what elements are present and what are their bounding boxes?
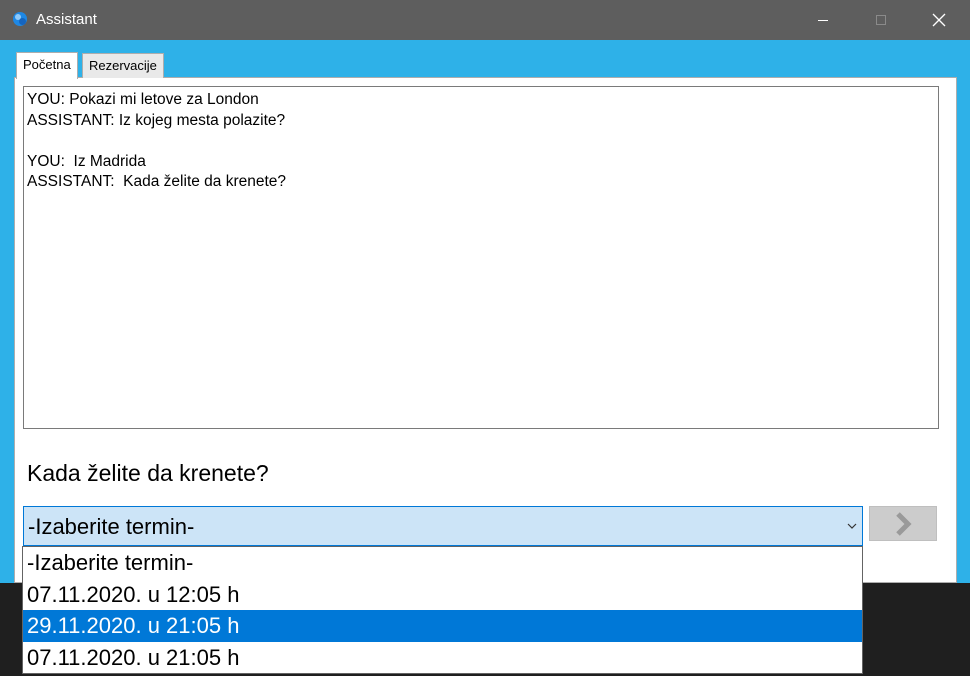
tab-rezervacije[interactable]: Rezervacije — [82, 53, 164, 78]
maximize-button[interactable] — [852, 0, 910, 40]
client-area: Početna Rezervacije YOU: Pokazi mi letov… — [2, 40, 968, 583]
minimize-icon — [818, 20, 828, 21]
dropdown-option-highlighted[interactable]: 29.11.2020. u 21:05 h — [23, 610, 862, 642]
chat-line: YOU: Pokazi mi letove za London — [27, 91, 259, 108]
title-bar[interactable]: Assistant — [0, 0, 970, 40]
chat-line: ASSISTANT: Kada želite da krenete? — [27, 173, 287, 190]
tab-panel: YOU: Pokazi mi letove za London ASSISTAN… — [14, 77, 957, 583]
chevron-right-icon — [896, 511, 912, 536]
next-button[interactable] — [869, 506, 937, 541]
chat-log[interactable]: YOU: Pokazi mi letove za London ASSISTAN… — [23, 86, 939, 429]
dropdown-option[interactable]: -Izaberite termin- — [23, 547, 862, 579]
window-title: Assistant — [36, 11, 97, 28]
app-globe-icon — [12, 11, 28, 27]
question-label: Kada želite da krenete? — [27, 460, 269, 486]
maximize-icon — [876, 15, 886, 25]
minimize-button[interactable] — [794, 0, 852, 40]
tab-pocetna[interactable]: Početna — [16, 52, 78, 79]
dropdown-option[interactable]: 07.11.2020. u 12:05 h — [23, 579, 862, 611]
date-select[interactable]: -Izaberite termin- — [23, 506, 863, 546]
chat-line: YOU: Iz Madrida — [27, 152, 146, 170]
chevron-down-icon — [847, 523, 857, 529]
chat-line: ASSISTANT: Iz kojeg mesta polazite? — [27, 111, 286, 129]
date-dropdown-list: -Izaberite termin- 07.11.2020. u 12:05 h… — [22, 546, 863, 674]
dropdown-option[interactable]: 07.11.2020. u 21:05 h — [23, 642, 862, 674]
close-button[interactable] — [910, 0, 968, 40]
close-icon — [932, 13, 946, 27]
chat-line — [27, 131, 935, 152]
assistant-window: Assistant Početna Rezervacije YOU: Pokaz… — [0, 0, 970, 583]
date-select-value: -Izaberite termin- — [28, 514, 195, 539]
